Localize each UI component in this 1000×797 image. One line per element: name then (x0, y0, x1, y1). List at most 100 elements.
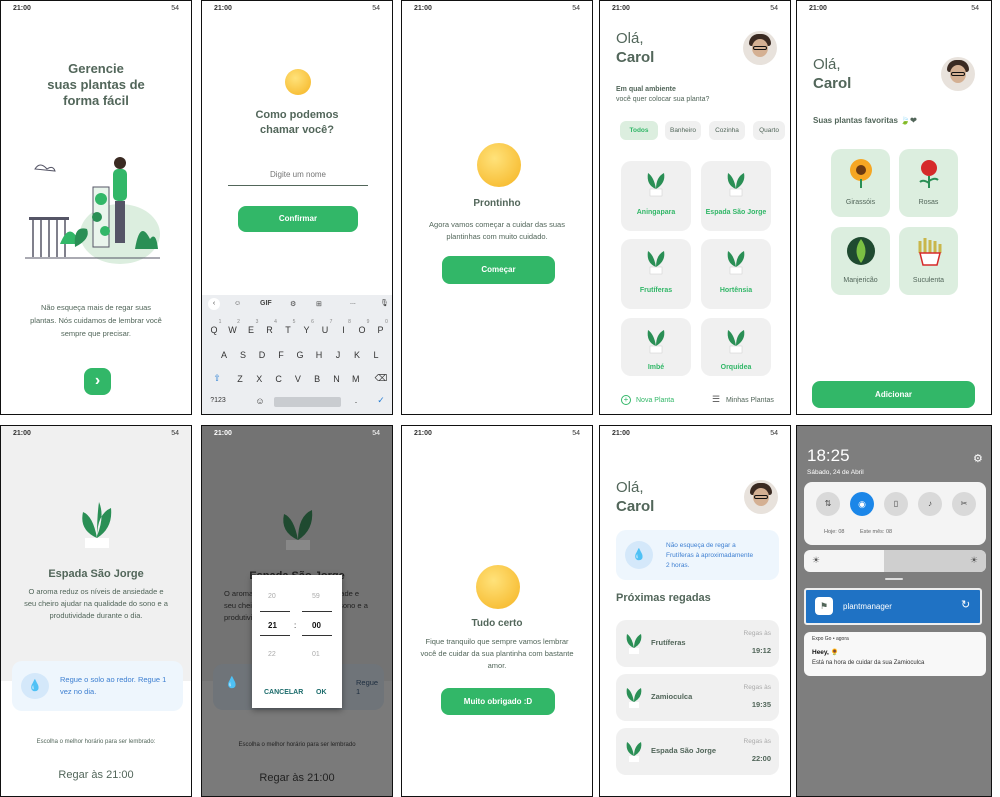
key-v[interactable]: V (290, 374, 306, 384)
thanks-button[interactable]: Muito obrigado :D (441, 688, 555, 715)
minute-option[interactable]: 01 (312, 651, 320, 658)
key-g[interactable]: G (292, 350, 308, 360)
minute-option[interactable]: 59 (312, 593, 320, 600)
key-p[interactable]: P (373, 325, 389, 335)
key-q[interactable]: Q (206, 325, 222, 335)
keyboard-collapse-icon[interactable]: ‹ (208, 298, 220, 310)
plant-card[interactable]: Espada São Jorge (701, 161, 771, 231)
key-u[interactable]: U (317, 325, 333, 335)
hug-emoji-icon (476, 565, 520, 609)
filter-chip-todos[interactable]: Todos (620, 121, 658, 140)
hour-selected[interactable]: 21 (268, 621, 277, 630)
next-button[interactable]: › (84, 368, 111, 395)
hour-option[interactable]: 22 (268, 651, 276, 658)
plant-card[interactable]: Imbé (621, 318, 691, 376)
shade-handle[interactable] (885, 578, 903, 580)
filter-chip-banheiro[interactable]: Banheiro (665, 121, 701, 140)
backspace-key[interactable]: ⌫ (373, 373, 389, 384)
reload-icon[interactable]: ↻ (961, 598, 970, 611)
settings-icon[interactable]: ⚙ (973, 452, 983, 465)
key-w[interactable]: W (225, 325, 241, 335)
gif-button[interactable]: GIF (260, 300, 272, 307)
key-z[interactable]: Z (232, 374, 248, 384)
translate-icon[interactable]: ⊞ (316, 300, 322, 308)
key-d[interactable]: D (254, 350, 270, 360)
key-m[interactable]: M (348, 374, 364, 384)
space-key[interactable] (274, 397, 341, 407)
selected-time[interactable]: Regar às 21:00 (1, 769, 191, 781)
filter-chip-cozinha[interactable]: Cozinha (709, 121, 745, 140)
mode-key[interactable]: ?123 (208, 397, 228, 404)
key-s[interactable]: S (235, 350, 251, 360)
choose-time-label: Escolha o melhor horário para ser lembra… (238, 742, 356, 748)
screenshot-icon[interactable]: ✂ (952, 492, 976, 516)
plant-card[interactable]: Aningapara (621, 161, 691, 231)
key-x[interactable]: X (251, 374, 267, 384)
key-l[interactable]: L (368, 350, 384, 360)
hour-option[interactable]: 20 (268, 593, 276, 600)
watering-row[interactable]: Frutíferas Regas às 19:12 (616, 620, 779, 667)
plant-card[interactable]: Frutíferas (621, 239, 691, 309)
flashlight-icon[interactable]: ▯ (884, 492, 908, 516)
more-icon[interactable]: ... (350, 299, 356, 306)
nav-new-plant[interactable]: Nova Planta (636, 397, 674, 404)
enter-key[interactable]: ✓ (373, 395, 389, 406)
add-button[interactable]: Adicionar (812, 381, 975, 408)
mic-icon[interactable]: 🎙 (380, 299, 389, 307)
bottom-nav: + Nova Planta ☰ Minhas Plantas (600, 389, 790, 414)
key-y[interactable]: Y (299, 325, 315, 335)
comma-key[interactable]: . (348, 395, 364, 405)
favorite-card[interactable]: Girassóis (831, 149, 890, 217)
hour-select-line (260, 611, 290, 612)
key-i[interactable]: I (336, 325, 352, 335)
key-h[interactable]: H (311, 350, 327, 360)
shift-key[interactable]: ⇧ (209, 373, 225, 384)
settings-icon[interactable]: ⚙ (290, 300, 296, 308)
key-c[interactable]: C (271, 374, 287, 384)
key-f[interactable]: F (273, 350, 289, 360)
favorite-card[interactable]: Suculenta (899, 227, 958, 295)
emoji-key[interactable]: ☺ (252, 396, 268, 406)
keyboard-toolbar: ‹ ☺ GIF ⚙ ⊞ ... 🎙 (202, 295, 392, 314)
screen-all-set: 21:00 54 Tudo certo Fique tranquilo que s… (401, 425, 593, 797)
favorite-label: Rosas (918, 199, 939, 206)
key-r[interactable]: R (262, 325, 278, 335)
key-b[interactable]: B (309, 374, 325, 384)
list-icon[interactable]: ☰ (712, 394, 720, 405)
plant-card[interactable]: Hortênsia (701, 239, 771, 309)
key-t[interactable]: T (280, 325, 296, 335)
emoji-sticker-icon[interactable]: ☺ (234, 300, 241, 307)
app-notification-card[interactable]: ⚑ plantmanager ↻ (804, 588, 982, 625)
plant-card[interactable]: Orquídea (701, 318, 771, 376)
key-a[interactable]: A (216, 350, 232, 360)
favorite-card[interactable]: Rosas (899, 149, 958, 217)
favorite-card[interactable]: Manjericão (831, 227, 890, 295)
key-o[interactable]: O (354, 325, 370, 335)
bell-icon[interactable]: ♪ (918, 492, 942, 516)
key-e[interactable]: E (243, 325, 259, 335)
filter-chip-quarto[interactable]: Quarto (753, 121, 785, 140)
choose-time-label: Escolha o melhor horário para ser lembra… (36, 739, 156, 745)
nav-my-plants[interactable]: Minhas Plantas (726, 397, 774, 404)
screen-new-plant: 21:00 54 Olá, Carol Em qual ambiente você q… (599, 0, 791, 415)
start-button[interactable]: Começar (442, 256, 555, 284)
name-input[interactable] (228, 164, 368, 186)
usage-today: Hoje: 08 (824, 529, 845, 535)
watering-row[interactable]: Zamioculca Regas às 19:35 (616, 674, 779, 721)
selected-time[interactable]: Regar às 21:00 (202, 772, 392, 784)
watering-row[interactable]: Espada São Jorge Regas às 22:00 (616, 728, 779, 775)
wifi-toggle-icon[interactable]: ◉ (850, 492, 874, 516)
status-bar: 21:00 54 (809, 5, 979, 12)
avatar (744, 480, 778, 514)
cancel-button[interactable]: CANCELAR (264, 689, 303, 696)
add-circle-icon[interactable]: + (621, 395, 631, 405)
minute-selected[interactable]: 00 (312, 621, 321, 630)
confirm-button[interactable]: Confirmar (238, 206, 358, 232)
push-notification[interactable]: Expo Go • agora Heey, 🌻 Está na hora de … (804, 632, 986, 676)
key-j[interactable]: J (330, 350, 346, 360)
data-toggle-icon[interactable]: ⇅ (816, 492, 840, 516)
key-n[interactable]: N (329, 374, 345, 384)
key-k[interactable]: K (349, 350, 365, 360)
brightness-slider[interactable]: ☀ ☀ (804, 550, 986, 572)
ok-button[interactable]: OK (316, 689, 327, 696)
